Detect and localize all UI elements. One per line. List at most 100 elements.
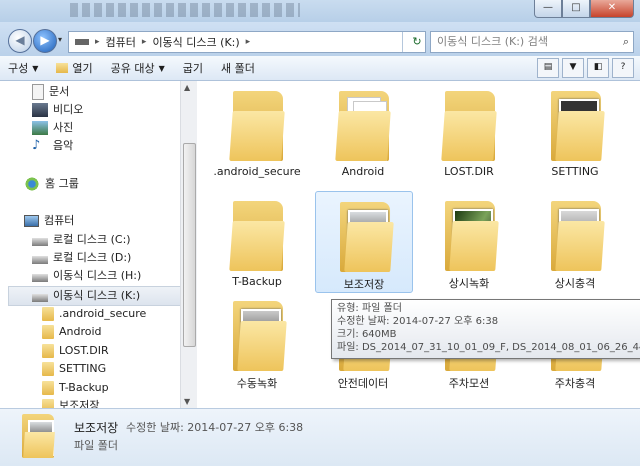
forward-button[interactable]: ▶ xyxy=(33,29,57,53)
tooltip-modified: 수정한 날짜: 2014-07-27 오후 6:38 xyxy=(337,316,499,327)
scroll-down-icon[interactable]: ▼ xyxy=(184,397,190,406)
view-controls: ▤ ▼ ◧ ? xyxy=(534,58,634,78)
nav-label: SETTING xyxy=(59,362,107,375)
drive-path-icon xyxy=(75,39,89,45)
folder-name: 보조저장 xyxy=(343,278,385,291)
nav-item-local-disk-c[interactable]: 로컬 디스크 (C:) xyxy=(32,231,131,249)
tooltip-size: 크기: 640MB xyxy=(337,329,397,340)
nav-item-documents[interactable]: 문서 xyxy=(32,83,69,101)
preview-pane-icon: ◧ xyxy=(593,62,603,72)
nav-item-homegroup[interactable]: 홈 그룹 xyxy=(24,175,79,193)
nav-item-pictures[interactable]: 사진 xyxy=(32,119,73,137)
chevron-down-icon: ▼ xyxy=(569,62,577,72)
nav-label: .android_secure xyxy=(59,307,147,320)
computer-icon xyxy=(24,215,39,227)
details-pane: 보조저장 수정한 날짜: 2014-07-27 오후 6:38 파일 폴더 xyxy=(0,408,640,466)
forward-arrow-icon: ▶ xyxy=(40,33,50,47)
folder-with-documents-icon xyxy=(335,91,391,161)
path-separator: ▸ xyxy=(95,37,100,47)
organize-button[interactable]: 구성 ▼ xyxy=(8,60,38,76)
new-folder-label: 새 폴더 xyxy=(221,62,255,75)
folder-item-manual-recording[interactable]: 수동녹화 xyxy=(209,291,305,391)
change-view-button[interactable]: ▤ xyxy=(537,58,559,78)
folder-name: 상시충격 xyxy=(554,277,596,290)
nav-item-secondary-storage[interactable]: 보조저장 xyxy=(42,397,99,408)
burn-button[interactable]: 굽기 xyxy=(183,60,203,76)
folder-icon xyxy=(229,201,285,271)
help-icon: ? xyxy=(620,62,626,72)
folder-name: 주차모션 xyxy=(448,377,490,390)
nav-item-computer[interactable]: 컴퓨터 xyxy=(24,212,74,230)
window-controls: — □ ✕ xyxy=(534,0,634,18)
nav-item-music[interactable]: ♪ 음악 xyxy=(32,137,73,155)
nav-item-android-secure[interactable]: .android_secure xyxy=(42,305,146,323)
search-input[interactable]: 이동식 디스크 (K:) 검색 ⌕ xyxy=(430,31,634,53)
folder-item-android[interactable]: Android xyxy=(315,81,411,181)
navigation-scrollbar[interactable]: ▲ ▼ xyxy=(180,81,197,408)
nav-label: 비디오 xyxy=(53,103,84,116)
nav-label: 로컬 디스크 (D:) xyxy=(53,251,132,264)
music-icon: ♪ xyxy=(32,138,41,153)
search-placeholder: 이동식 디스크 (K:) 검색 xyxy=(437,35,548,48)
folder-item-continuous-recording[interactable]: 상시녹화 xyxy=(421,191,517,291)
folder-icon xyxy=(42,399,54,408)
nav-label: 문서 xyxy=(49,85,70,98)
folder-item-setting[interactable]: SETTING xyxy=(527,81,623,181)
nav-item-removable-disk-h[interactable]: 이동식 디스크 (H:) xyxy=(32,267,141,285)
scroll-up-icon[interactable]: ▲ xyxy=(184,83,190,92)
drive-icon xyxy=(32,294,48,302)
folder-item-continuous-impact[interactable]: 상시충격 xyxy=(527,191,623,291)
folder-with-image-icon xyxy=(445,201,499,271)
share-label: 공유 대상 xyxy=(110,62,155,75)
details-name: 보조저장 xyxy=(74,421,119,435)
nav-item-setting[interactable]: SETTING xyxy=(42,360,106,378)
scrollbar-thumb[interactable] xyxy=(183,143,196,347)
nav-item-removable-disk-k[interactable]: 이동식 디스크 (K:) xyxy=(8,286,182,306)
open-folder-icon xyxy=(56,63,69,73)
view-options-dropdown[interactable]: ▼ xyxy=(562,58,584,78)
folder-item-t-backup[interactable]: T-Backup xyxy=(209,191,305,291)
recent-pages-dropdown[interactable]: ▾ xyxy=(58,35,62,44)
refresh-button[interactable]: ↻ xyxy=(402,32,425,52)
nav-item-local-disk-d[interactable]: 로컬 디스크 (D:) xyxy=(32,249,131,267)
open-button[interactable]: 열기 xyxy=(56,60,93,76)
search-icon: ⌕ xyxy=(622,35,629,48)
new-folder-button[interactable]: 새 폴더 xyxy=(221,60,255,76)
folder-item-secondary-storage[interactable]: 보조저장 xyxy=(315,191,413,293)
share-button[interactable]: 공유 대상 ▼ xyxy=(111,60,165,76)
folder-item-android-secure[interactable]: .android_secure xyxy=(209,81,305,181)
preview-pane-button[interactable]: ◧ xyxy=(587,58,609,78)
drive-icon xyxy=(32,256,48,264)
breadcrumb-computer[interactable]: 컴퓨터 xyxy=(106,34,136,50)
address-field[interactable]: ▸ 컴퓨터 ▸ 이동식 디스크 (K:) ▸ ↻ xyxy=(68,31,426,53)
nav-label: 홈 그룹 xyxy=(45,177,79,190)
folder-with-image-icon xyxy=(551,91,605,161)
folder-icon xyxy=(42,325,54,339)
nav-item-android[interactable]: Android xyxy=(42,323,102,341)
back-button[interactable]: ◀ xyxy=(8,29,32,53)
title-bar-background-text xyxy=(70,3,300,17)
folder-icon xyxy=(42,381,54,395)
nav-item-lost-dir[interactable]: LOST.DIR xyxy=(42,342,109,360)
folder-name: SETTING xyxy=(551,165,599,178)
close-button[interactable]: ✕ xyxy=(590,0,634,18)
folder-icon xyxy=(42,307,54,321)
help-button[interactable]: ? xyxy=(612,58,634,78)
tooltip-type: 유형: 파일 폴더 xyxy=(337,303,402,314)
documents-icon xyxy=(32,84,44,100)
maximize-button[interactable]: □ xyxy=(562,0,590,18)
minimize-button[interactable]: — xyxy=(534,0,562,18)
nav-label: Android xyxy=(59,325,102,338)
folder-name: 안전데이터 xyxy=(337,377,389,390)
tooltip-files: 파일: DS_2014_07_31_10_01_09_F, DS_2014_08… xyxy=(337,342,640,353)
nav-label: T-Backup xyxy=(59,381,109,394)
nav-item-t-backup[interactable]: T-Backup xyxy=(42,379,109,397)
breadcrumb-removable-disk[interactable]: 이동식 디스크 (K:) xyxy=(152,34,239,50)
folder-item-lost-dir[interactable]: LOST.DIR xyxy=(421,81,517,181)
folder-icon xyxy=(42,344,54,358)
nav-label: 로컬 디스크 (C:) xyxy=(53,233,131,246)
nav-item-videos[interactable]: 비디오 xyxy=(32,101,83,119)
folder-name: 주차충격 xyxy=(554,377,596,390)
nav-label: 음악 xyxy=(53,139,74,152)
folder-name: 상시녹화 xyxy=(448,277,490,290)
